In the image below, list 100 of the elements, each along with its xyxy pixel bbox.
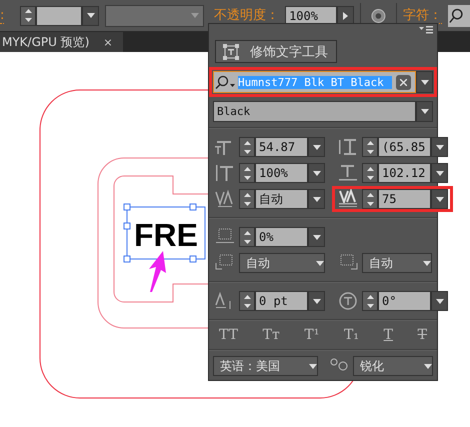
dropdown-arrow-icon bbox=[309, 364, 317, 368]
stepper-button[interactable] bbox=[362, 291, 378, 311]
value-field[interactable]: 75 bbox=[378, 189, 431, 209]
text-style-button[interactable]: T₁ bbox=[342, 327, 361, 343]
right-arrow-icon bbox=[343, 12, 348, 20]
down-arrow-icon bbox=[244, 150, 250, 154]
leading-icon bbox=[338, 137, 358, 157]
dropdown-button[interactable] bbox=[431, 291, 448, 311]
touch-type-tool-button[interactable]: 修饰文字工具 bbox=[215, 40, 337, 63]
globe-icon[interactable] bbox=[371, 8, 386, 24]
dropdown-button[interactable] bbox=[431, 137, 448, 157]
value-field[interactable]: (65.85 bbox=[378, 137, 431, 157]
dropdown-arrow-icon bbox=[312, 298, 320, 304]
search-icon bbox=[214, 74, 238, 90]
up-arrow-icon bbox=[366, 192, 374, 196]
value-field[interactable]: 54.87 bbox=[255, 137, 308, 157]
pointer-arrow bbox=[149, 251, 166, 292]
rotation-icon bbox=[338, 291, 358, 311]
up-arrow-icon bbox=[366, 294, 374, 298]
anti-aliasing-icon bbox=[329, 356, 349, 372]
stepper-button[interactable] bbox=[239, 227, 255, 247]
dropdown-arrow-icon bbox=[436, 298, 444, 304]
down-arrow-icon bbox=[244, 202, 250, 206]
stepper-button[interactable] bbox=[239, 189, 255, 209]
panel-menu-icon[interactable] bbox=[419, 26, 433, 34]
dropdown-arrow-icon bbox=[312, 170, 320, 176]
stepper-button[interactable] bbox=[362, 137, 378, 157]
document-tab[interactable]: MYK/GPU 预览) × bbox=[0, 32, 123, 52]
stroke-weight-field[interactable] bbox=[36, 6, 82, 26]
up-arrow-icon bbox=[244, 230, 250, 234]
dropdown-arrow-icon bbox=[191, 13, 200, 18]
value-field[interactable]: 0° bbox=[378, 291, 431, 311]
selection-box[interactable] bbox=[124, 204, 206, 262]
down-arrow-icon bbox=[366, 304, 374, 308]
search-icon[interactable] bbox=[448, 4, 470, 26]
dropdown-button[interactable] bbox=[82, 6, 100, 26]
dropdown-arrow-icon bbox=[436, 144, 444, 150]
dropdown-arrow-icon bbox=[312, 144, 320, 150]
down-arrow-icon bbox=[244, 176, 250, 180]
up-arrow-icon bbox=[366, 166, 374, 170]
tracking-icon bbox=[338, 189, 358, 209]
value-field[interactable]: 自动 bbox=[255, 189, 308, 209]
dropdown-arrow-icon bbox=[316, 260, 324, 266]
dropdown-arrow-icon bbox=[312, 196, 320, 202]
dropdown-arrow-icon bbox=[86, 13, 95, 18]
horizontal-scale-icon bbox=[338, 163, 358, 183]
value-field[interactable]: 100% bbox=[255, 163, 308, 183]
down-arrow-icon bbox=[244, 304, 250, 308]
down-arrow-icon bbox=[244, 240, 250, 244]
up-arrow-icon bbox=[244, 294, 250, 298]
text-style-button[interactable]: T¹ bbox=[302, 327, 322, 343]
up-arrow-icon bbox=[24, 9, 32, 13]
dropdown-arrow-icon bbox=[423, 260, 431, 266]
down-arrow-icon bbox=[24, 18, 32, 22]
stepper-button[interactable] bbox=[20, 6, 36, 26]
dropdown-button[interactable] bbox=[416, 71, 433, 93]
value-field[interactable]: 0 pt bbox=[255, 291, 308, 311]
dropdown-button[interactable] bbox=[308, 291, 325, 311]
value-field[interactable]: 0% bbox=[255, 227, 308, 247]
opacity-arrow-button[interactable] bbox=[337, 6, 354, 26]
text-style-button[interactable]: Tᴛ bbox=[260, 327, 282, 343]
font-style-field[interactable]: Black bbox=[213, 101, 416, 122]
dropdown-button[interactable] bbox=[308, 189, 325, 209]
dropdown-select[interactable]: 自动 bbox=[239, 253, 325, 273]
dropdown-arrow-icon bbox=[424, 364, 432, 368]
down-arrow-icon bbox=[366, 202, 374, 206]
dropdown-button[interactable] bbox=[308, 227, 325, 247]
dropdown-button[interactable] bbox=[416, 101, 433, 122]
dropdown-button[interactable] bbox=[308, 137, 325, 157]
value-field[interactable]: 102.12 bbox=[378, 163, 431, 183]
close-icon[interactable]: × bbox=[103, 36, 113, 48]
up-arrow-icon bbox=[244, 192, 250, 196]
kerning-icon bbox=[215, 189, 235, 209]
down-arrow-icon bbox=[366, 150, 374, 154]
stepper-button[interactable] bbox=[239, 163, 255, 183]
stepper-button[interactable] bbox=[362, 189, 378, 209]
stepper-button[interactable] bbox=[239, 137, 255, 157]
text-frame-icon bbox=[222, 42, 240, 60]
up-arrow-icon bbox=[366, 140, 374, 144]
dropdown-button[interactable] bbox=[308, 163, 325, 183]
down-arrow-icon bbox=[366, 176, 374, 180]
anti-aliasing-select[interactable]: 锐化 bbox=[353, 356, 433, 376]
text-style-button[interactable]: T bbox=[382, 327, 395, 343]
dropdown-arrow-icon bbox=[420, 109, 428, 114]
dropdown-button[interactable] bbox=[431, 163, 448, 183]
clear-icon[interactable] bbox=[396, 74, 411, 90]
stepper-button[interactable] bbox=[362, 163, 378, 183]
dropdown-arrow-icon bbox=[436, 170, 444, 176]
dropdown-button[interactable] bbox=[431, 189, 448, 209]
dropdown-arrow-icon bbox=[436, 196, 444, 202]
stepper-button[interactable] bbox=[239, 291, 255, 311]
stroke-label: : bbox=[0, 8, 4, 24]
language-select[interactable]: 英语：美国 bbox=[213, 356, 318, 376]
dropdown-arrow-icon bbox=[420, 80, 428, 84]
text-style-button[interactable]: T bbox=[416, 327, 429, 343]
dropdown-select[interactable]: 自动 bbox=[362, 253, 432, 273]
dropdown-arrow-icon bbox=[312, 234, 320, 240]
text-style-button[interactable]: TT bbox=[217, 327, 240, 343]
opacity-field[interactable]: 100% bbox=[285, 6, 338, 26]
up-arrow-icon bbox=[244, 140, 250, 144]
